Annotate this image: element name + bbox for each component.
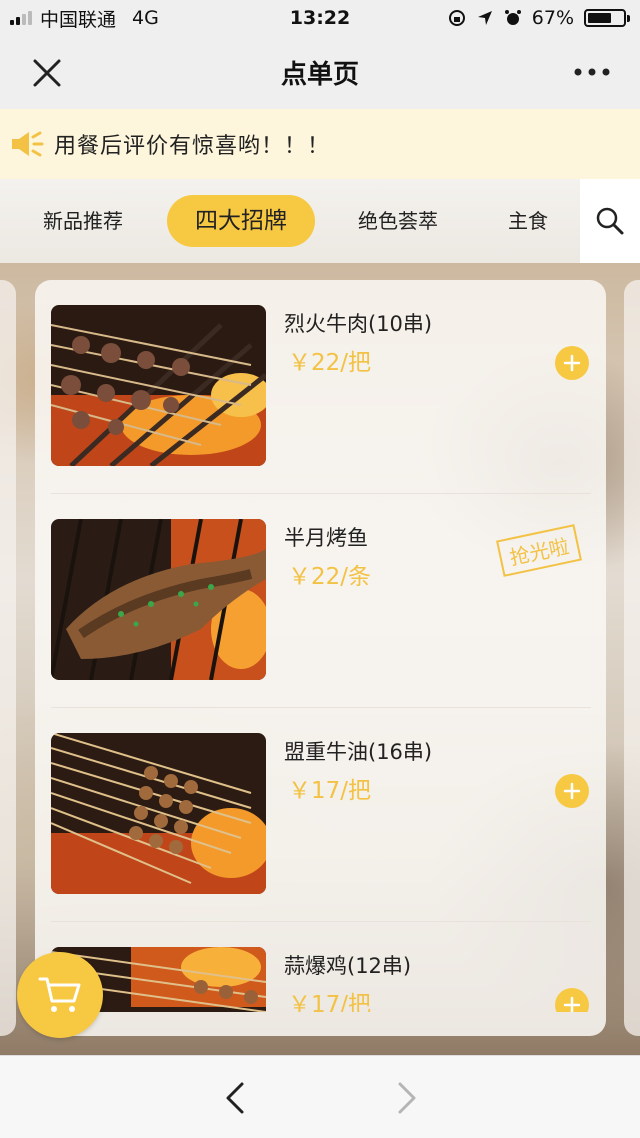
- tab-four-signatures[interactable]: 四大招牌: [167, 195, 315, 247]
- dish-name: 蒜爆鸡(12串): [284, 954, 412, 978]
- battery-percent: 67%: [531, 7, 574, 29]
- forward-arrow-icon[interactable]: [392, 1080, 422, 1116]
- dish-item[interactable]: 烈火牛肉(10串) ￥22/把: [51, 280, 591, 494]
- close-icon[interactable]: [30, 56, 64, 90]
- battery-icon: [584, 9, 630, 27]
- add-to-cart-button[interactable]: [555, 346, 589, 380]
- dish-price: ￥22/条: [288, 564, 372, 590]
- sold-out-stamp: 抢光啦: [496, 524, 582, 577]
- rotation-lock-icon: [448, 10, 465, 26]
- dish-price: ￥17/把: [288, 992, 372, 1012]
- network-label: 4G: [132, 7, 159, 29]
- dish-name: 半月烤鱼: [284, 526, 368, 550]
- more-icon[interactable]: [574, 64, 610, 80]
- dish-image-beef-skewers: [51, 305, 266, 466]
- search-button[interactable]: [580, 179, 640, 263]
- status-bar: 中国联通 4G 13:22 67%: [0, 0, 640, 36]
- plus-icon: [563, 782, 581, 800]
- speaker-icon: [12, 131, 44, 157]
- tab-new-recommend[interactable]: 新品推荐: [28, 195, 138, 247]
- dish-image-grilled-fish: [51, 519, 266, 680]
- dish-item[interactable]: 蒜爆鸡(12串) ￥17/把: [51, 922, 591, 1012]
- notice-banner: 用餐后评价有惊喜哟！！！: [0, 109, 640, 179]
- signal-icon: [10, 11, 32, 25]
- location-icon: [477, 11, 492, 25]
- plus-icon: [563, 354, 581, 372]
- back-arrow-icon[interactable]: [220, 1080, 250, 1116]
- battery-fill: [588, 13, 611, 23]
- tab-staple[interactable]: 主食: [492, 195, 564, 247]
- tab-highlights[interactable]: 绝色荟萃: [343, 195, 453, 247]
- dish-name: 烈火牛肉(10串): [284, 312, 433, 336]
- browser-bottom-bar: [0, 1055, 640, 1138]
- menu-card: 烈火牛肉(10串) ￥22/把 半月烤鱼 ￥22/条 抢光啦 盟重牛油(16串)…: [35, 280, 606, 1036]
- category-tabs: 新品推荐 四大招牌 绝色荟萃 主食: [0, 179, 640, 263]
- notice-text: 用餐后评价有惊喜哟！！！: [54, 134, 331, 159]
- page-title: 点单页: [280, 60, 359, 90]
- next-card-edge[interactable]: [624, 280, 640, 1036]
- dish-image-tallow-skewers: [51, 733, 266, 894]
- status-right: 67%: [448, 7, 630, 29]
- dish-price: ￥17/把: [288, 778, 372, 804]
- dish-price: ￥22/把: [288, 350, 372, 376]
- search-icon: [596, 207, 624, 235]
- add-to-cart-button[interactable]: [555, 774, 589, 808]
- clock: 13:22: [289, 7, 351, 29]
- dish-item[interactable]: 盟重牛油(16串) ￥17/把: [51, 708, 591, 922]
- status-left: 中国联通 4G: [10, 5, 159, 32]
- dish-item[interactable]: 半月烤鱼 ￥22/条 抢光啦: [51, 494, 591, 708]
- plus-icon: [563, 996, 581, 1012]
- cart-icon: [38, 977, 81, 1012]
- nav-bar: 点单页: [0, 36, 640, 109]
- cart-button[interactable]: [17, 952, 103, 1038]
- carrier-label: 中国联通: [40, 8, 117, 31]
- alarm-icon: [504, 10, 521, 25]
- add-to-cart-button[interactable]: [555, 988, 589, 1012]
- dish-name: 盟重牛油(16串): [284, 740, 433, 764]
- prev-card-edge[interactable]: [0, 280, 16, 1036]
